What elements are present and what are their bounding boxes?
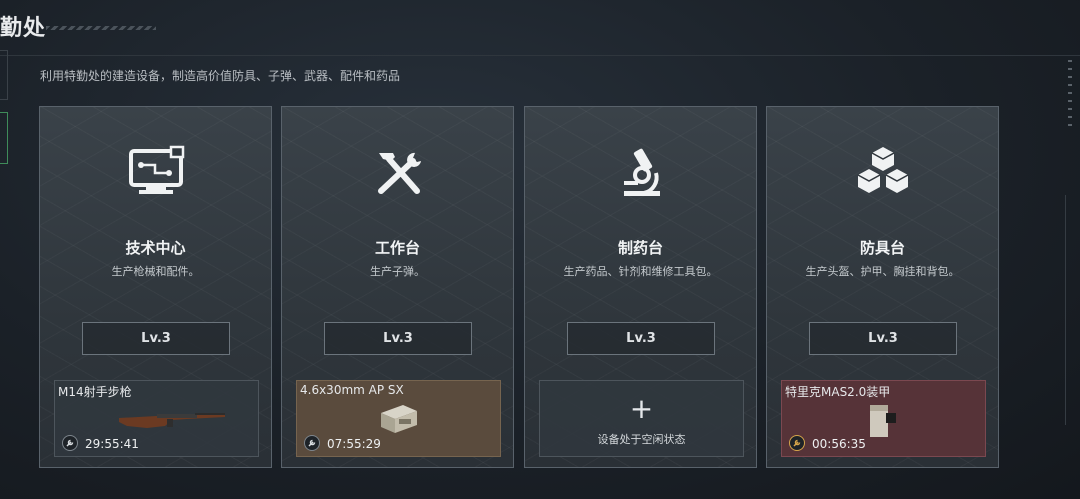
add-production-icon[interactable]: + [540, 395, 743, 423]
rifle-icon [119, 413, 225, 428]
card-title: 技术中心 [125, 239, 186, 257]
production-timer: 29:55:41 [85, 437, 139, 451]
facility-card-pharmacy[interactable]: 制药台 生产药品、针剂和维修工具包。 Lv.3 + 设备处于空闲状态 [524, 106, 757, 468]
right-divider [1065, 195, 1066, 425]
facility-card-tech-center[interactable]: 技术中心 生产枪械和配件。 Lv.3 M14射手步枪 29:55:41 [39, 106, 272, 468]
wrench-icon [62, 435, 78, 451]
card-title: 防具台 [859, 239, 905, 257]
card-description: 生产枪械和配件。 [111, 265, 200, 278]
facility-card-workbench[interactable]: 工作台 生产子弹。 Lv.3 4.6x30mm AP SX 07:55:29 [281, 106, 514, 468]
idle-status: 设备处于空闲状态 [597, 433, 686, 446]
cubes-icon [857, 147, 908, 193]
production-slot[interactable]: 特里克MAS2.0装甲 00:56:35 [781, 380, 986, 457]
hammer-wrench-icon [377, 152, 421, 194]
production-timer: 07:55:29 [327, 437, 381, 451]
production-slot[interactable]: 4.6x30mm AP SX 07:55:29 [296, 380, 501, 457]
production-timer: 00:56:35 [812, 437, 866, 451]
header-divider [0, 55, 1080, 56]
level-button[interactable]: Lv.3 [324, 322, 472, 355]
level-button[interactable]: Lv.3 [82, 322, 230, 355]
ammo-box-icon [381, 405, 417, 433]
facility-card-armor-bench[interactable]: 防具台 生产头盔、护甲、胸挂和背包。 Lv.3 特里克MAS2.0装甲 00:5… [766, 106, 999, 468]
level-button[interactable]: Lv.3 [809, 322, 957, 355]
side-tab-active[interactable] [0, 112, 8, 164]
level-button[interactable]: Lv.3 [567, 322, 715, 355]
production-slot[interactable]: M14射手步枪 29:55:41 [54, 380, 259, 457]
scroll-ticks [1068, 60, 1072, 130]
card-description: 生产子弹。 [370, 265, 425, 278]
card-title: 制药台 [617, 239, 663, 257]
card-description: 生产头盔、护甲、胸挂和背包。 [805, 265, 960, 278]
wrench-icon [304, 435, 320, 451]
item-name: M14射手步枪 [58, 385, 132, 399]
side-tab[interactable] [0, 50, 8, 100]
monitor-icon [128, 145, 184, 194]
card-description: 生产药品、针剂和维修工具包。 [563, 265, 718, 278]
page-subtitle: 利用特勤处的建造设备，制造高价值防具、子弹、武器、配件和药品 [40, 69, 401, 83]
page-title: 勤处 [0, 16, 47, 41]
microscope-icon [623, 148, 660, 196]
card-title: 工作台 [374, 239, 420, 257]
item-name: 4.6x30mm AP SX [300, 383, 404, 397]
wrench-icon [789, 435, 805, 451]
armor-icon [870, 405, 896, 437]
item-name: 特里克MAS2.0装甲 [785, 385, 891, 399]
title-decoration [46, 26, 156, 30]
production-slot-idle[interactable]: + 设备处于空闲状态 [539, 380, 744, 457]
